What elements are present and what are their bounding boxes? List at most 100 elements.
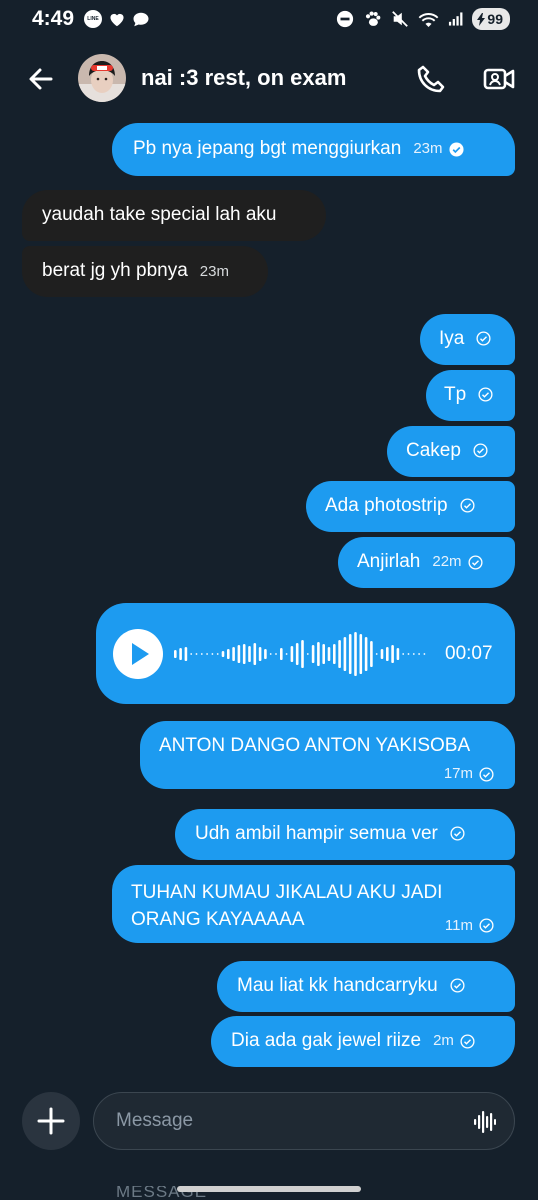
- waveform-bar: [418, 653, 420, 655]
- message-bubble-outgoing[interactable]: Iya: [420, 314, 515, 365]
- chat-title[interactable]: nai :3 rest, on exam: [141, 65, 346, 91]
- message-time: 23m: [413, 140, 443, 157]
- mute-icon: [392, 11, 409, 27]
- waveform-bar: [338, 640, 341, 668]
- waveform-bar: [407, 653, 410, 655]
- paw-icon: [366, 11, 381, 26]
- waveform-bar: [290, 646, 294, 662]
- add-attachment-button[interactable]: [22, 1092, 80, 1150]
- video-camera-icon: [483, 68, 515, 90]
- sent-check-icon: [459, 498, 475, 514]
- message-bubble-outgoing[interactable]: Pb nya jepang bgt menggiurkan 23m: [112, 123, 515, 176]
- waveform-bar: [179, 648, 182, 660]
- waveform-bar: [285, 653, 288, 655]
- voice-message-bubble[interactable]: 00:07: [96, 603, 515, 704]
- message-bubble-outgoing[interactable]: Mau liat kk handcarryku: [217, 961, 515, 1012]
- home-indicator[interactable]: [177, 1186, 361, 1192]
- message-text: TUHAN KUMAU JIKALAU AKU JADI: [131, 882, 443, 903]
- waveform-bar: [306, 653, 309, 655]
- waveform-bar: [386, 647, 389, 661]
- message-text: Pb nya jepang bgt menggiurkan: [133, 138, 402, 160]
- arrow-left-icon: [29, 68, 53, 90]
- waveform-bar: [301, 640, 304, 668]
- waveform-bar: [211, 653, 214, 655]
- waveform-bar: [322, 644, 325, 664]
- message-bubble-outgoing[interactable]: ANTON DANGO ANTON YAKISOBA 17m: [140, 721, 515, 789]
- waveform-bar: [221, 651, 225, 657]
- chat-bubble-icon: [133, 12, 149, 26]
- back-button[interactable]: [24, 62, 58, 96]
- sent-check-icon: [479, 766, 494, 782]
- phone-icon: [417, 65, 445, 93]
- sent-check-icon: [450, 978, 465, 994]
- message-bubble-outgoing[interactable]: Dia ada gak jewel riize 2m: [211, 1016, 515, 1067]
- waveform-bar: [258, 647, 262, 661]
- sent-check-icon: [478, 387, 493, 403]
- waveform-bar: [280, 648, 283, 660]
- status-time: 4:49: [32, 7, 75, 30]
- waveform-bar: [391, 645, 394, 663]
- message-text: Mau liat kk handcarryku: [237, 975, 438, 996]
- sent-check-icon: [473, 443, 488, 459]
- message-text: Anjirlah: [357, 551, 421, 573]
- message-bubble-outgoing[interactable]: Ada photostrip: [306, 481, 515, 532]
- waveform-bar: [248, 646, 251, 662]
- waveform-bar: [237, 645, 241, 663]
- message-bubble-incoming[interactable]: berat jg yh pbnya 23m: [22, 246, 268, 297]
- status-bar: 4:49 LINE 99: [0, 0, 538, 38]
- message-bubble-outgoing[interactable]: TUHAN KUMAU JIKALAU AKU JADI ORANG KAYAA…: [112, 865, 515, 943]
- message-input[interactable]: [116, 1110, 416, 1132]
- message-bubble-outgoing[interactable]: Tp: [426, 370, 515, 421]
- waveform-bar: [317, 642, 320, 666]
- charging-bolt-icon: [477, 12, 486, 26]
- waveform-bar: [354, 632, 357, 676]
- waveform-bar: [327, 647, 331, 661]
- waveform-bar: [174, 650, 177, 658]
- waveform-bar: [232, 647, 235, 661]
- message-time: 23m: [199, 263, 229, 280]
- voice-record-button[interactable]: [474, 1110, 496, 1134]
- voice-call-button[interactable]: [414, 62, 450, 96]
- message-text: berat jg yh pbnya: [42, 260, 188, 281]
- message-text: Udh ambil hampir semua ver: [195, 823, 438, 844]
- waveform-bar: [423, 653, 426, 655]
- message-text: Ada photostrip: [325, 495, 448, 516]
- signal-icon: [449, 12, 463, 26]
- line-app-icon: LINE: [84, 10, 102, 28]
- video-call-button[interactable]: [482, 62, 518, 96]
- avatar[interactable]: [78, 54, 126, 102]
- waveform-bar: [396, 648, 400, 660]
- waveform-bar: [195, 653, 198, 655]
- message-bubble-outgoing[interactable]: Udh ambil hampir semua ver: [175, 809, 515, 860]
- waveform-bar: [216, 653, 219, 655]
- message-text: Dia ada gak jewel riize: [231, 1030, 422, 1052]
- message-bubble-outgoing[interactable]: Cakep: [387, 426, 515, 477]
- battery-indicator: 99: [472, 8, 510, 30]
- sent-check-icon: [460, 1033, 475, 1049]
- message-text: Tp: [444, 384, 467, 405]
- battery-level: 99: [487, 11, 503, 27]
- sent-check-icon: [476, 331, 491, 347]
- message-text: Iya: [439, 328, 465, 349]
- read-receipt-icon: [448, 141, 464, 157]
- waveform-bar: [412, 653, 415, 655]
- message-time: 2m: [433, 1032, 454, 1049]
- waveform-bar: [269, 653, 272, 655]
- message-time: 22m: [432, 553, 462, 570]
- message-text: ANTON DANGO ANTON YAKISOBA: [159, 735, 471, 756]
- waveform-bar: [295, 643, 299, 665]
- heart-icon: [110, 13, 124, 27]
- waveform-bar: [348, 634, 352, 674]
- play-button[interactable]: [113, 629, 163, 679]
- message-bubble-outgoing[interactable]: Anjirlah 22m: [338, 537, 515, 588]
- system-icons: 99: [336, 8, 510, 30]
- voice-waveform: [174, 632, 426, 676]
- waveform-bar: [380, 649, 384, 659]
- waveform-bar: [242, 644, 246, 664]
- waveform-bar: [375, 653, 378, 655]
- waveform-bar: [264, 649, 267, 659]
- message-bubble-incoming[interactable]: yaudah take special lah aku: [22, 190, 326, 241]
- chat-header: nai :3 rest, on exam: [0, 48, 538, 108]
- waveform-bar: [253, 643, 257, 665]
- waveform-bar: [333, 644, 336, 664]
